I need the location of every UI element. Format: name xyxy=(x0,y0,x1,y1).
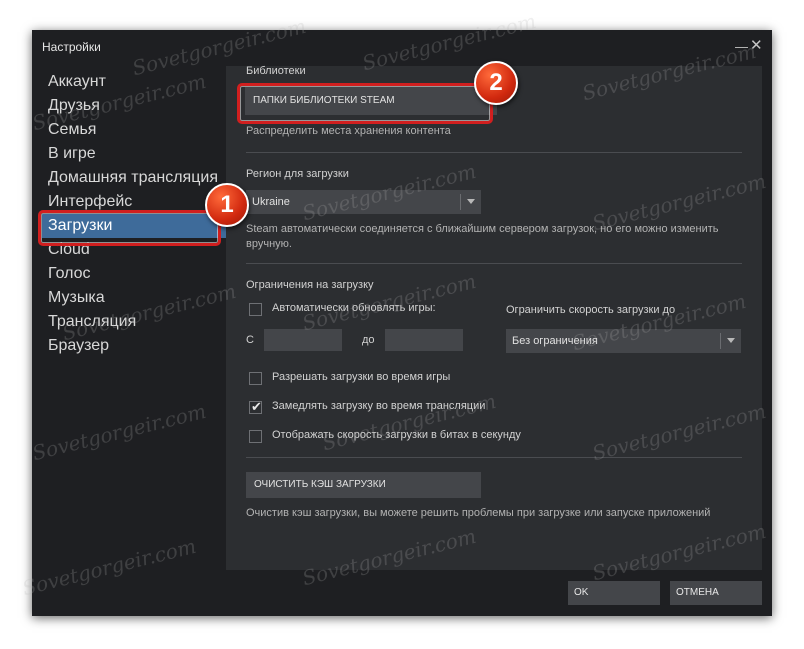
chevron-down-icon xyxy=(467,199,475,204)
step-marker-1: 1 xyxy=(205,183,249,227)
from-time-label: С xyxy=(246,334,254,346)
region-heading: Регион для загрузки xyxy=(246,168,349,180)
limits-heading: Ограничения на загрузку xyxy=(246,279,374,291)
checkmark-icon: ✔ xyxy=(251,399,262,414)
select-separator xyxy=(720,333,721,349)
allow-during-game-checkbox[interactable] xyxy=(249,372,262,385)
divider xyxy=(246,457,742,458)
highlight-library-folders xyxy=(237,83,493,124)
throttle-streaming-checkbox[interactable]: ✔ xyxy=(249,399,262,414)
divider xyxy=(246,263,742,264)
region-hint-line2: вручную. xyxy=(246,238,292,250)
sidebar-item-in-game[interactable]: В игре xyxy=(42,142,226,166)
libraries-hint: Распределить места хранения контента xyxy=(246,125,451,137)
sidebar-item-voice[interactable]: Голос xyxy=(42,262,226,286)
clear-cache-button[interactable]: ОЧИСТИТЬ КЭШ ЗАГРУЗКИ xyxy=(246,472,481,498)
region-value: Ukraine xyxy=(252,196,290,208)
select-separator xyxy=(460,194,461,210)
to-time-label: до xyxy=(362,334,375,346)
from-time-input[interactable] xyxy=(264,329,342,351)
window-title: Настройки xyxy=(42,40,101,54)
cache-hint: Очистив кэш загрузки, вы можете решить п… xyxy=(246,507,711,519)
chevron-down-icon xyxy=(727,338,735,343)
cancel-button[interactable]: ОТМЕНА xyxy=(670,581,762,605)
to-time-input[interactable] xyxy=(385,329,463,351)
sidebar-item-home-streaming[interactable]: Домашняя трансляция xyxy=(42,166,226,190)
auto-update-checkbox[interactable] xyxy=(249,303,262,316)
allow-during-game-label: Разрешать загрузки во время игры xyxy=(272,371,451,383)
show-bits-checkbox[interactable] xyxy=(249,430,262,443)
ok-button[interactable]: OK xyxy=(568,581,660,605)
divider xyxy=(246,152,742,153)
step-marker-2: 2 xyxy=(474,61,518,105)
libraries-heading: Библиотеки xyxy=(246,65,306,77)
highlight-downloads xyxy=(38,210,221,246)
region-hint-line1: Steam автоматически соединяется с ближай… xyxy=(246,223,719,235)
